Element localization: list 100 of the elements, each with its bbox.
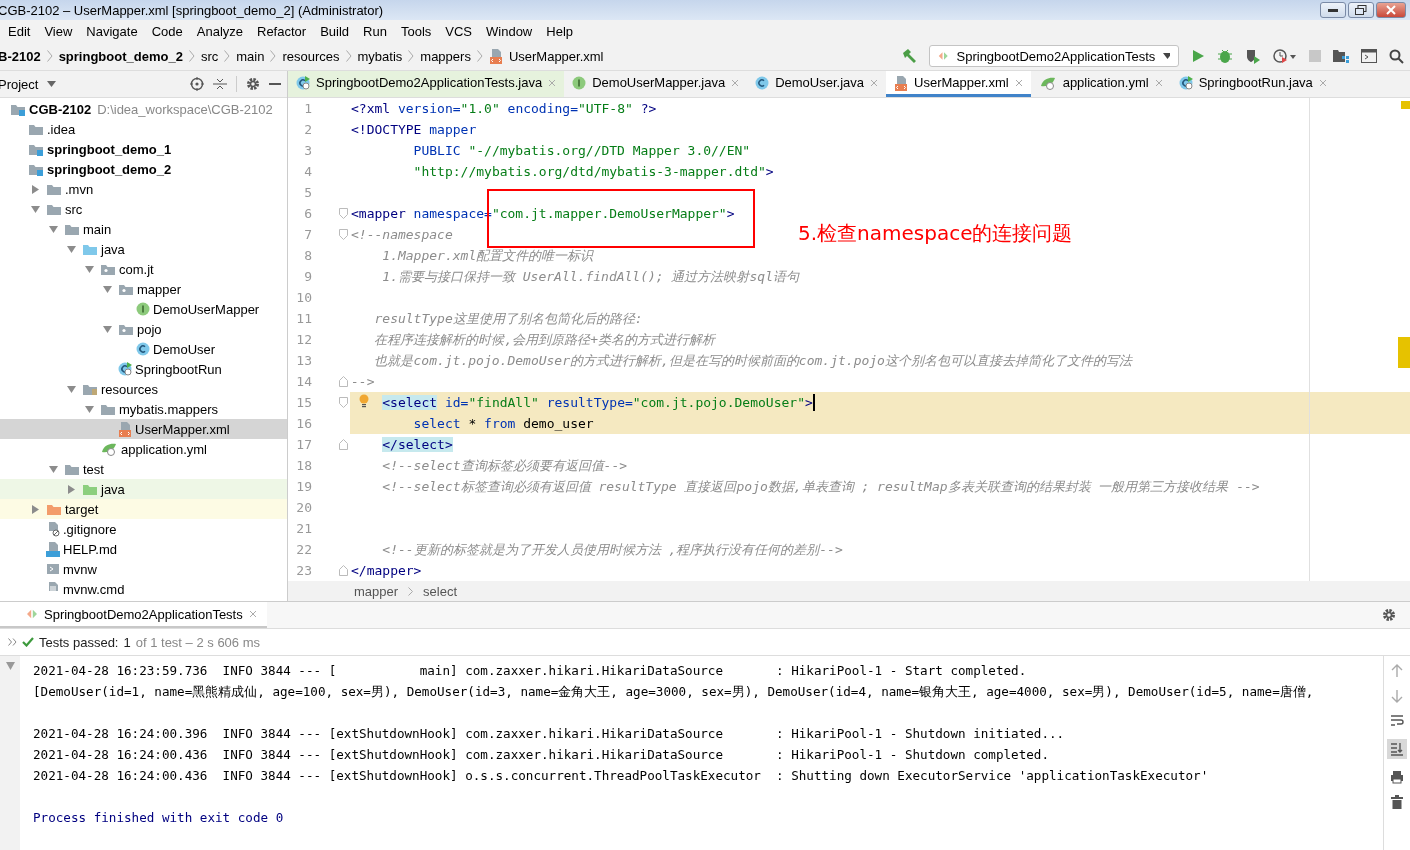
menu-item[interactable]: Refactor [257,23,307,39]
menu-item[interactable]: Help [546,23,573,39]
tree-item-label[interactable]: .idea [47,121,76,137]
run-tab[interactable]: SpringbootDemo2ApplicationTests [0,602,267,628]
menu-item[interactable]: Run [363,23,387,39]
collapse-all-icon[interactable] [213,77,227,91]
editor-tab[interactable]: UserMapper.xml [886,71,1031,97]
breadcrumb-item[interactable]: UserMapper.xml [508,48,604,64]
tree-row[interactable]: .gitignore [0,519,287,539]
tree-item-label[interactable]: SpringbootRun [135,361,222,377]
expand-icon[interactable] [8,638,17,646]
tree-row[interactable]: .mvn [0,179,287,199]
tree-item-label[interactable]: mvnw [63,561,97,577]
tree-item-label[interactable]: application.yml [121,441,207,457]
caret-icon[interactable] [47,81,57,87]
tree-item-label[interactable]: CGB-2102 [29,101,92,117]
expanded-arrow-icon[interactable] [67,384,76,394]
tree-row[interactable]: mybatis.mappers [0,399,287,419]
tree-item-label[interactable]: .gitignore [63,521,117,537]
breadcrumb-item[interactable]: mapper [354,583,399,599]
tree-row[interactable]: java [0,479,287,499]
breadcrumb-item[interactable]: src [200,48,219,64]
restore-button[interactable] [1348,2,1374,18]
trash-icon[interactable] [1391,795,1403,809]
tree-row[interactable]: CGB-2102 D:\idea_workspace\CGB-2102 [0,99,287,119]
tree-item-label[interactable]: mapper [137,281,182,297]
lightbulb-icon[interactable] [359,394,369,408]
tree-item-label[interactable]: DemoUserMapper [153,301,260,317]
run-configuration-dropdown[interactable]: SpringbootDemo2ApplicationTests [929,45,1179,67]
expanded-arrow-icon[interactable] [85,404,94,414]
expanded-arrow-icon[interactable] [85,264,94,274]
tree-item-label[interactable]: com.jt [119,261,154,277]
scroll-to-end-button[interactable] [1387,739,1407,759]
tree-row[interactable]: HELP.md [0,539,287,559]
editor-tab[interactable]: application.yml [1030,71,1171,97]
expanded-arrow-icon[interactable] [49,464,58,474]
collapsed-arrow-icon[interactable] [31,184,40,194]
close-icon[interactable] [1154,78,1163,87]
tree-row[interactable]: UserMapper.xml [0,419,287,439]
fold-end-icon[interactable] [339,376,348,387]
expanded-arrow-icon[interactable] [67,244,76,254]
tree-row[interactable]: DemoUser [0,339,287,359]
collapsed-arrow-icon[interactable] [67,484,76,494]
collapse-triangle-icon[interactable] [5,662,15,670]
tree-row[interactable]: resources [0,379,287,399]
tree-item-label[interactable]: .mvn [65,181,94,197]
breadcrumb-item[interactable]: mappers [420,48,471,64]
breadcrumb-item[interactable]: resources [282,48,340,64]
bug-icon[interactable] [1217,48,1233,64]
breadcrumb-item[interactable]: springboot_demo_2 [58,48,183,64]
fold-start-icon[interactable] [339,229,348,240]
tree-row[interactable]: application.yml [0,439,287,459]
tree-item-label[interactable]: test [83,461,104,477]
breadcrumb-item[interactable]: mybatis [357,48,403,64]
fold-end-icon[interactable] [339,439,348,450]
tree-row[interactable]: java [0,239,287,259]
settings-icon[interactable] [246,77,260,91]
close-icon[interactable] [548,78,557,87]
menu-item[interactable]: View [44,23,73,39]
terminal-window-icon[interactable] [1361,49,1377,63]
tree-row[interactable]: .idea [0,119,287,139]
project-structure-icon[interactable] [1333,49,1349,63]
fold-start-icon[interactable] [339,397,348,408]
tree-row[interactable]: target [0,499,287,519]
tree-row[interactable]: pojo [0,319,287,339]
menu-item[interactable]: VCS [445,23,472,39]
tree-row[interactable]: com.jt [0,259,287,279]
fold-end-icon[interactable] [339,565,348,576]
close-button[interactable] [1376,2,1406,18]
profiler-icon[interactable] [1273,48,1297,64]
tree-item-label[interactable]: mvnw.cmd [63,581,125,597]
menu-item[interactable]: Build [320,23,350,39]
tree-item-label[interactable]: UserMapper.xml [135,421,230,437]
tree-row[interactable]: springboot_demo_2 [0,159,287,179]
menu-item[interactable]: Analyze [196,23,243,39]
tree-item-label[interactable]: target [65,501,99,517]
hammer-icon[interactable] [901,48,917,64]
close-icon[interactable] [1014,78,1023,87]
menu-item[interactable]: Window [486,23,533,39]
tree-item-label[interactable]: java [101,241,125,257]
editor-tab[interactable]: SpringbootDemo2ApplicationTests.java [288,71,565,97]
tree-item-label[interactable]: src [65,201,83,217]
tree-row[interactable]: mvnw.cmd [0,579,287,599]
tree-row[interactable]: SpringbootRun [0,359,287,379]
fold-start-icon[interactable] [339,208,348,219]
menu-item[interactable]: Edit [8,23,31,39]
locate-icon[interactable] [190,77,204,91]
menu-item[interactable]: Navigate [86,23,138,39]
expanded-arrow-icon[interactable] [49,224,58,234]
breadcrumb-item[interactable]: main [236,48,265,64]
soft-wrap-icon[interactable] [1390,714,1404,728]
settings-icon[interactable] [1382,608,1396,622]
search-icon[interactable] [1389,48,1404,64]
expanded-arrow-icon[interactable] [103,284,112,294]
minimize-button[interactable] [1320,2,1346,18]
expanded-arrow-icon[interactable] [31,204,40,214]
breadcrumb-item[interactable]: select [423,583,458,599]
menu-item[interactable]: Code [151,23,183,39]
tree-row[interactable]: springboot_demo_1 [0,139,287,159]
arrow-up-icon[interactable] [1391,664,1403,678]
